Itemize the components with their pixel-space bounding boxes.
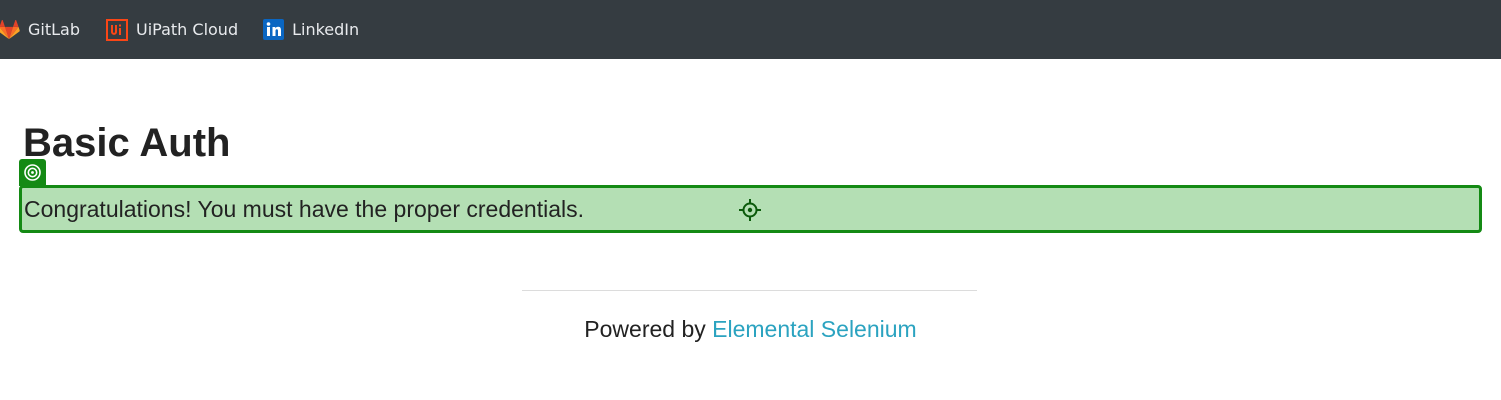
bookmark-label: GitLab	[28, 20, 80, 39]
footer-divider	[522, 290, 977, 291]
footer-prefix: Powered by	[584, 316, 713, 342]
success-message-text: Congratulations! You must have the prope…	[24, 195, 585, 222]
elemental-selenium-link[interactable]: Elemental Selenium	[712, 316, 917, 342]
footer: Powered by Elemental Selenium	[0, 316, 1501, 343]
target-icon	[19, 159, 46, 186]
bookmark-linkedin[interactable]: LinkedIn	[262, 0, 359, 59]
bookmark-label: LinkedIn	[292, 20, 360, 39]
bookmark-gitlab[interactable]: GitLab	[0, 0, 80, 59]
linkedin-icon	[262, 19, 284, 41]
page-title: Basic Auth	[23, 121, 231, 165]
crosshair-icon	[739, 199, 761, 221]
bookmark-uipath-cloud[interactable]: UiPath Cloud	[106, 0, 238, 59]
gitlab-icon	[0, 19, 20, 41]
uipath-icon	[106, 18, 128, 41]
bookmark-label: UiPath Cloud	[136, 20, 239, 39]
bookmarks-bar: GitLab UiPath Cloud LinkedIn	[0, 0, 1501, 59]
